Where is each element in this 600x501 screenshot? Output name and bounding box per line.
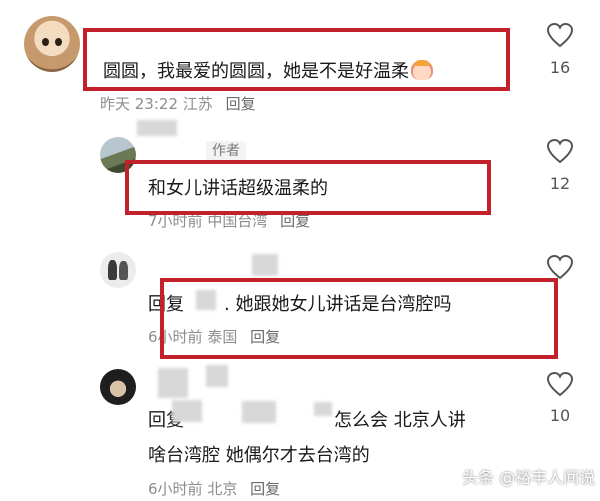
reply-button[interactable]: 回复 [250,480,280,498]
author-badge: 作者 [206,141,246,161]
highlight-box [125,160,491,215]
blurred-username [252,254,278,276]
like-count: 16 [549,58,571,77]
heart-outline-icon[interactable] [546,371,574,397]
blurred-username [158,368,188,398]
watermark: 头条 @裕丰人间说 [462,468,596,487]
blurred-username [137,120,177,136]
highlight-box [160,278,558,359]
comment-1-meta: 昨天 23:22 江苏 回复 [100,95,256,113]
heart-outline-icon[interactable] [546,22,574,48]
highlight-box [83,28,510,91]
like-count: 10 [549,406,571,425]
blurred-mention [172,400,202,422]
heart-outline-icon[interactable] [546,254,574,280]
avatar-user-3[interactable] [100,252,136,288]
heart-outline-icon[interactable] [546,138,574,164]
comment-4-meta: 6小时前 北京 回复 [148,480,281,498]
avatar-cat[interactable] [24,16,80,72]
blurred-mention [242,401,276,423]
blurred-mention [314,402,332,416]
like-count: 12 [549,174,571,193]
blurred-username [206,365,228,387]
comment-4-text-line-2: 啥台湾腔 她偶尔才去台湾的 [148,445,370,466]
reply-button[interactable]: 回复 [226,95,256,113]
avatar-user-4[interactable] [100,369,136,405]
